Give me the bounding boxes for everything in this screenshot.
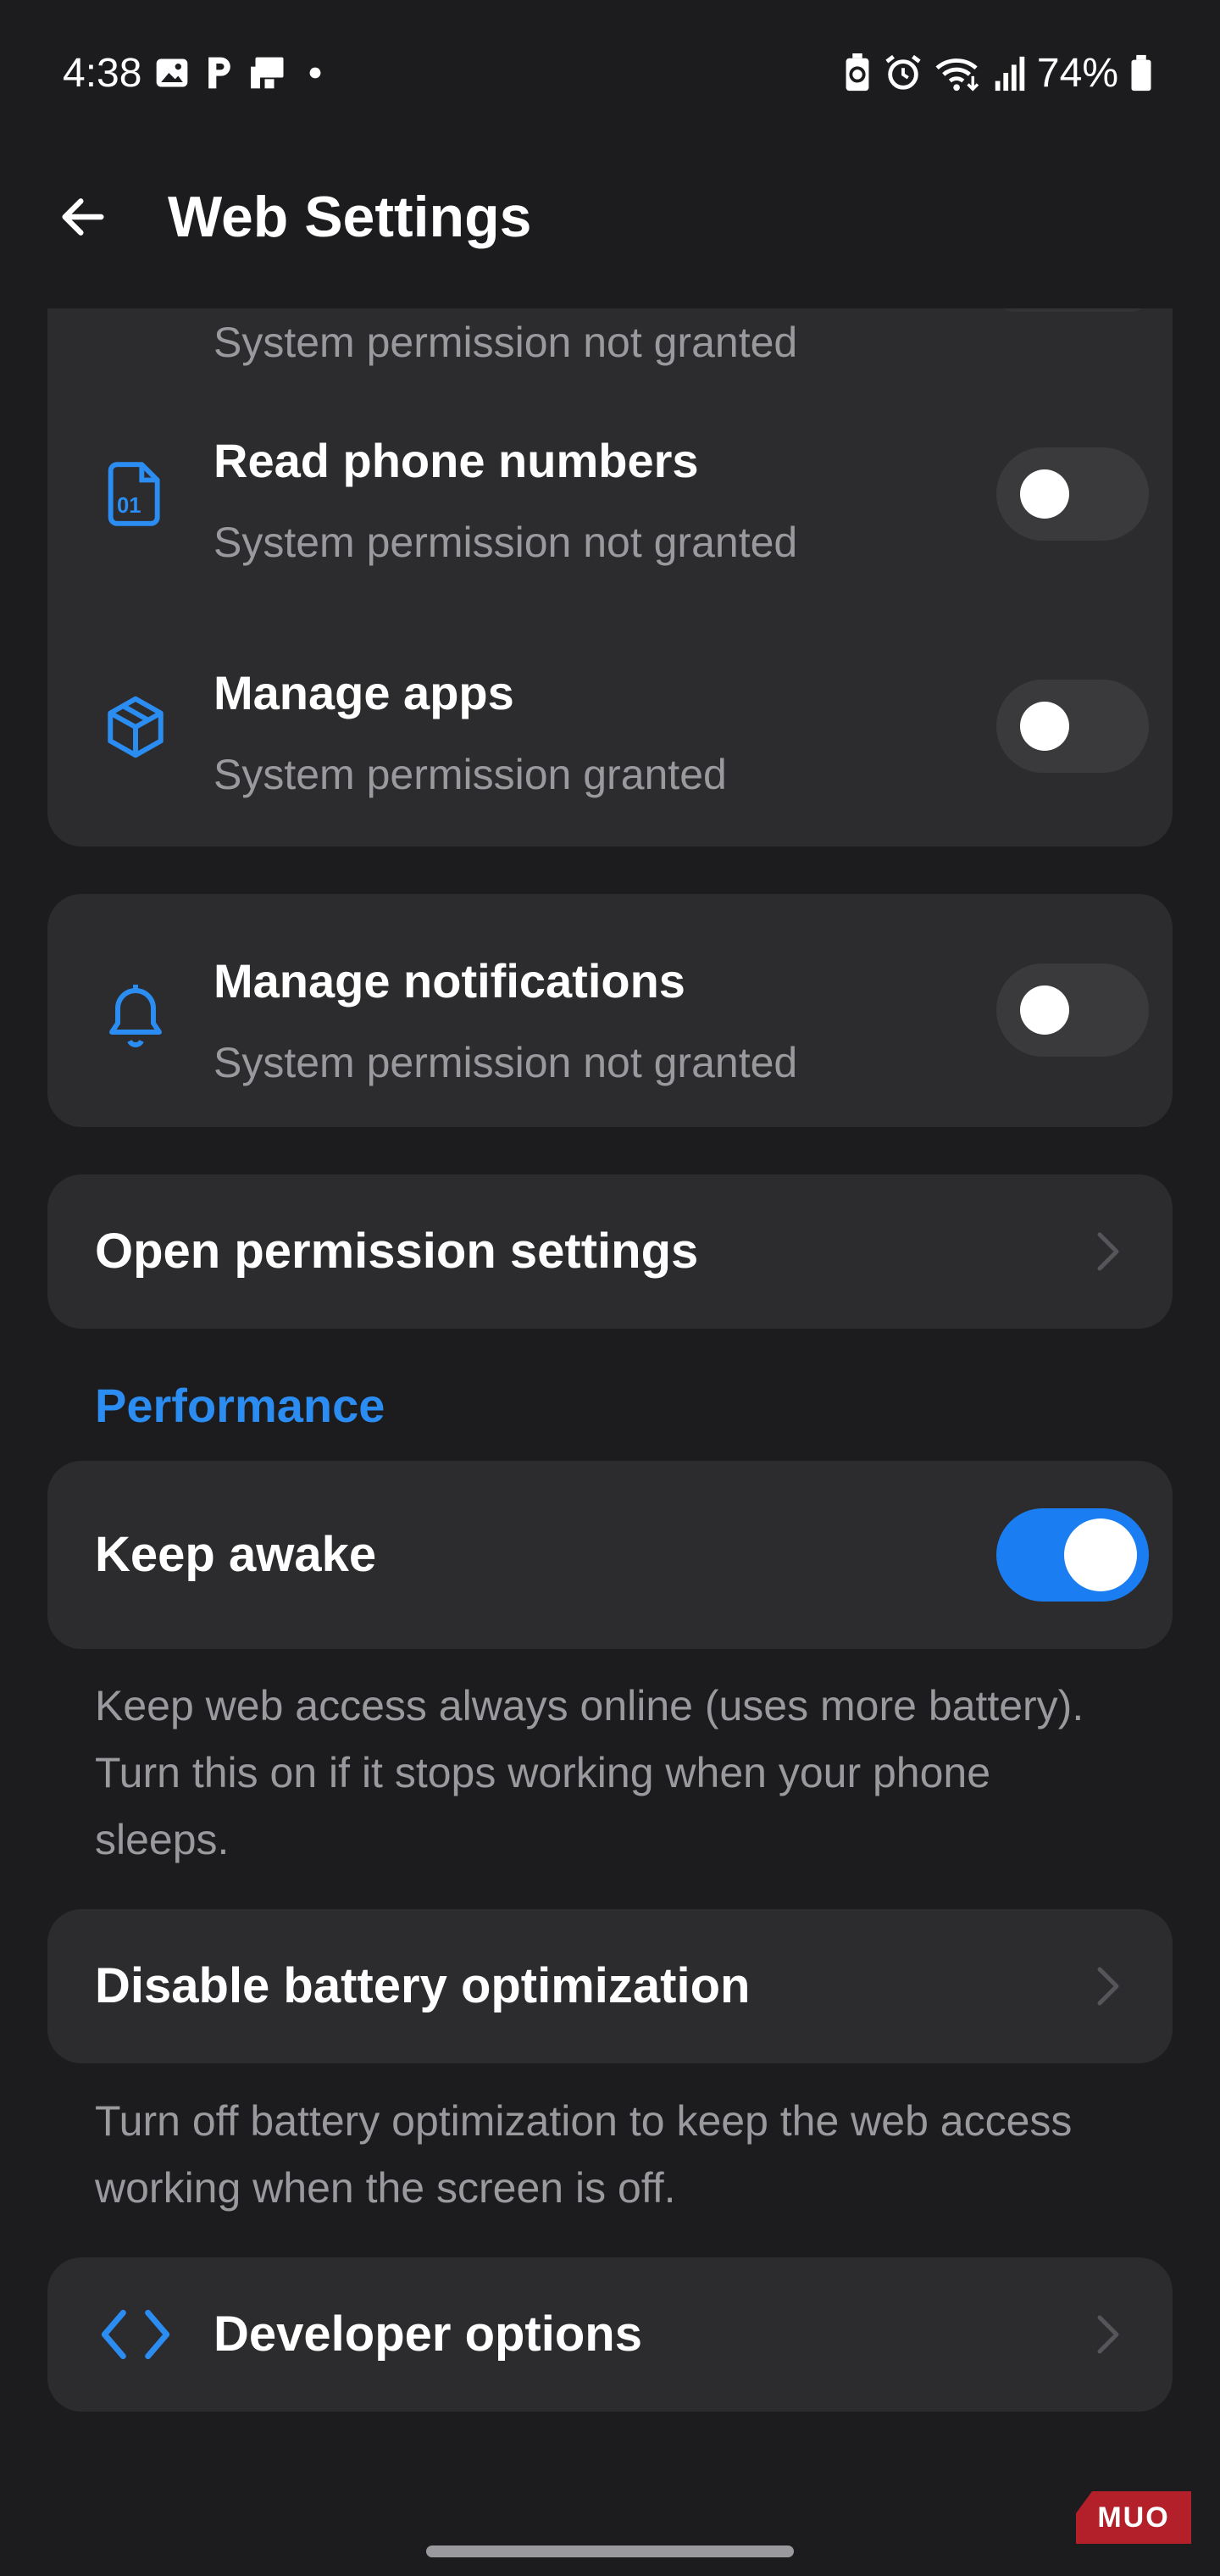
battery-icon [1128, 53, 1154, 92]
svg-text:01: 01 [117, 494, 141, 518]
arrow-left-icon [62, 198, 104, 236]
developer-options-row[interactable]: Developer options [47, 2257, 1173, 2412]
signal-icon [993, 53, 1027, 92]
back-button[interactable] [51, 185, 115, 249]
gallery-icon [153, 54, 191, 92]
alarm-icon [883, 53, 923, 92]
toggle-knob [1064, 1518, 1137, 1591]
manage-notifications-toggle[interactable] [996, 963, 1149, 1057]
page-title: Web Settings [168, 185, 532, 249]
settings-list[interactable]: System permission not granted 01 Read ph… [0, 308, 1220, 2576]
phone-number-icon: 01 [95, 453, 176, 535]
wifi-icon [934, 53, 983, 92]
dot-icon [302, 54, 328, 92]
notifications-title: Manage notifications [214, 954, 685, 1008]
notifications-subtitle: System permission not granted [214, 1039, 798, 1086]
section-header-performance: Performance [95, 1379, 385, 1432]
permission-subtitle: System permission granted [214, 751, 727, 798]
status-right: 74% [842, 50, 1154, 97]
toggle-knob [1020, 469, 1069, 519]
permissions-card: System permission not granted 01 Read ph… [47, 308, 1173, 847]
developer-options-label: Developer options [214, 2307, 642, 2362]
chevron-right-icon [1091, 1226, 1125, 1277]
chevron-right-icon [1091, 1961, 1125, 2012]
permission-title: Read phone numbers [214, 434, 699, 487]
toggle-knob [1020, 702, 1069, 751]
code-icon [95, 2294, 176, 2375]
permission-subtitle: System permission not granted [214, 519, 798, 566]
cube-icon [95, 686, 176, 768]
disable-battery-optimization-row[interactable]: Disable battery optimization [47, 1909, 1173, 2063]
disable-battery-optimization-label: Disable battery optimization [95, 1958, 751, 2013]
keep-awake-row[interactable]: Keep awake [47, 1461, 1173, 1649]
chevron-right-icon [1091, 2309, 1125, 2360]
status-time: 4:38 [63, 50, 142, 96]
read-phone-numbers-toggle[interactable] [996, 447, 1149, 541]
open-permission-settings-label: Open permission settings [95, 1224, 699, 1279]
clipped-permission-toggle[interactable] [996, 308, 1149, 312]
home-indicator[interactable] [426, 2545, 794, 2557]
muo-watermark-logo: MUO [1076, 2491, 1191, 2544]
status-bar: 4:38 74% [0, 0, 1220, 146]
clipped-permission-subtitle: System permission not granted [214, 319, 798, 366]
notifications-card[interactable]: Manage notifications System permission n… [47, 894, 1173, 1127]
keep-awake-toggle[interactable] [996, 1508, 1149, 1602]
toggle-knob [1020, 985, 1069, 1035]
status-left: 4:38 [63, 50, 328, 97]
app-bar: Web Settings [0, 161, 1220, 271]
battery-percent: 74% [1036, 50, 1118, 96]
permission-title: Manage apps [214, 666, 514, 719]
bell-icon [95, 974, 176, 1055]
keep-awake-helper-text: Keep web access always online (uses more… [95, 1682, 1084, 1863]
manage-apps-toggle[interactable] [996, 680, 1149, 773]
keep-awake-label: Keep awake [95, 1527, 377, 1582]
disable-battery-helper-text: Turn off battery optimization to keep th… [95, 2097, 1073, 2212]
cast-icon [248, 54, 291, 92]
open-permission-settings-row[interactable]: Open permission settings [47, 1174, 1173, 1329]
battery-saver-icon [842, 53, 873, 92]
p-app-icon [202, 54, 236, 92]
